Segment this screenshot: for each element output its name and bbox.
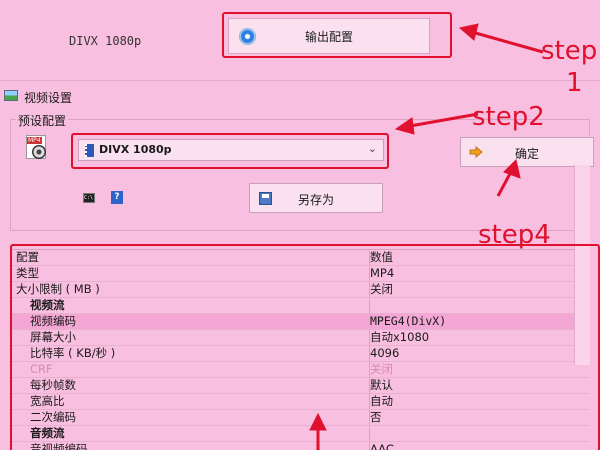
arrow-step2 — [409, 112, 479, 128]
annotation-arrows — [309, 23, 544, 450]
arrow-step1 — [471, 30, 544, 54]
